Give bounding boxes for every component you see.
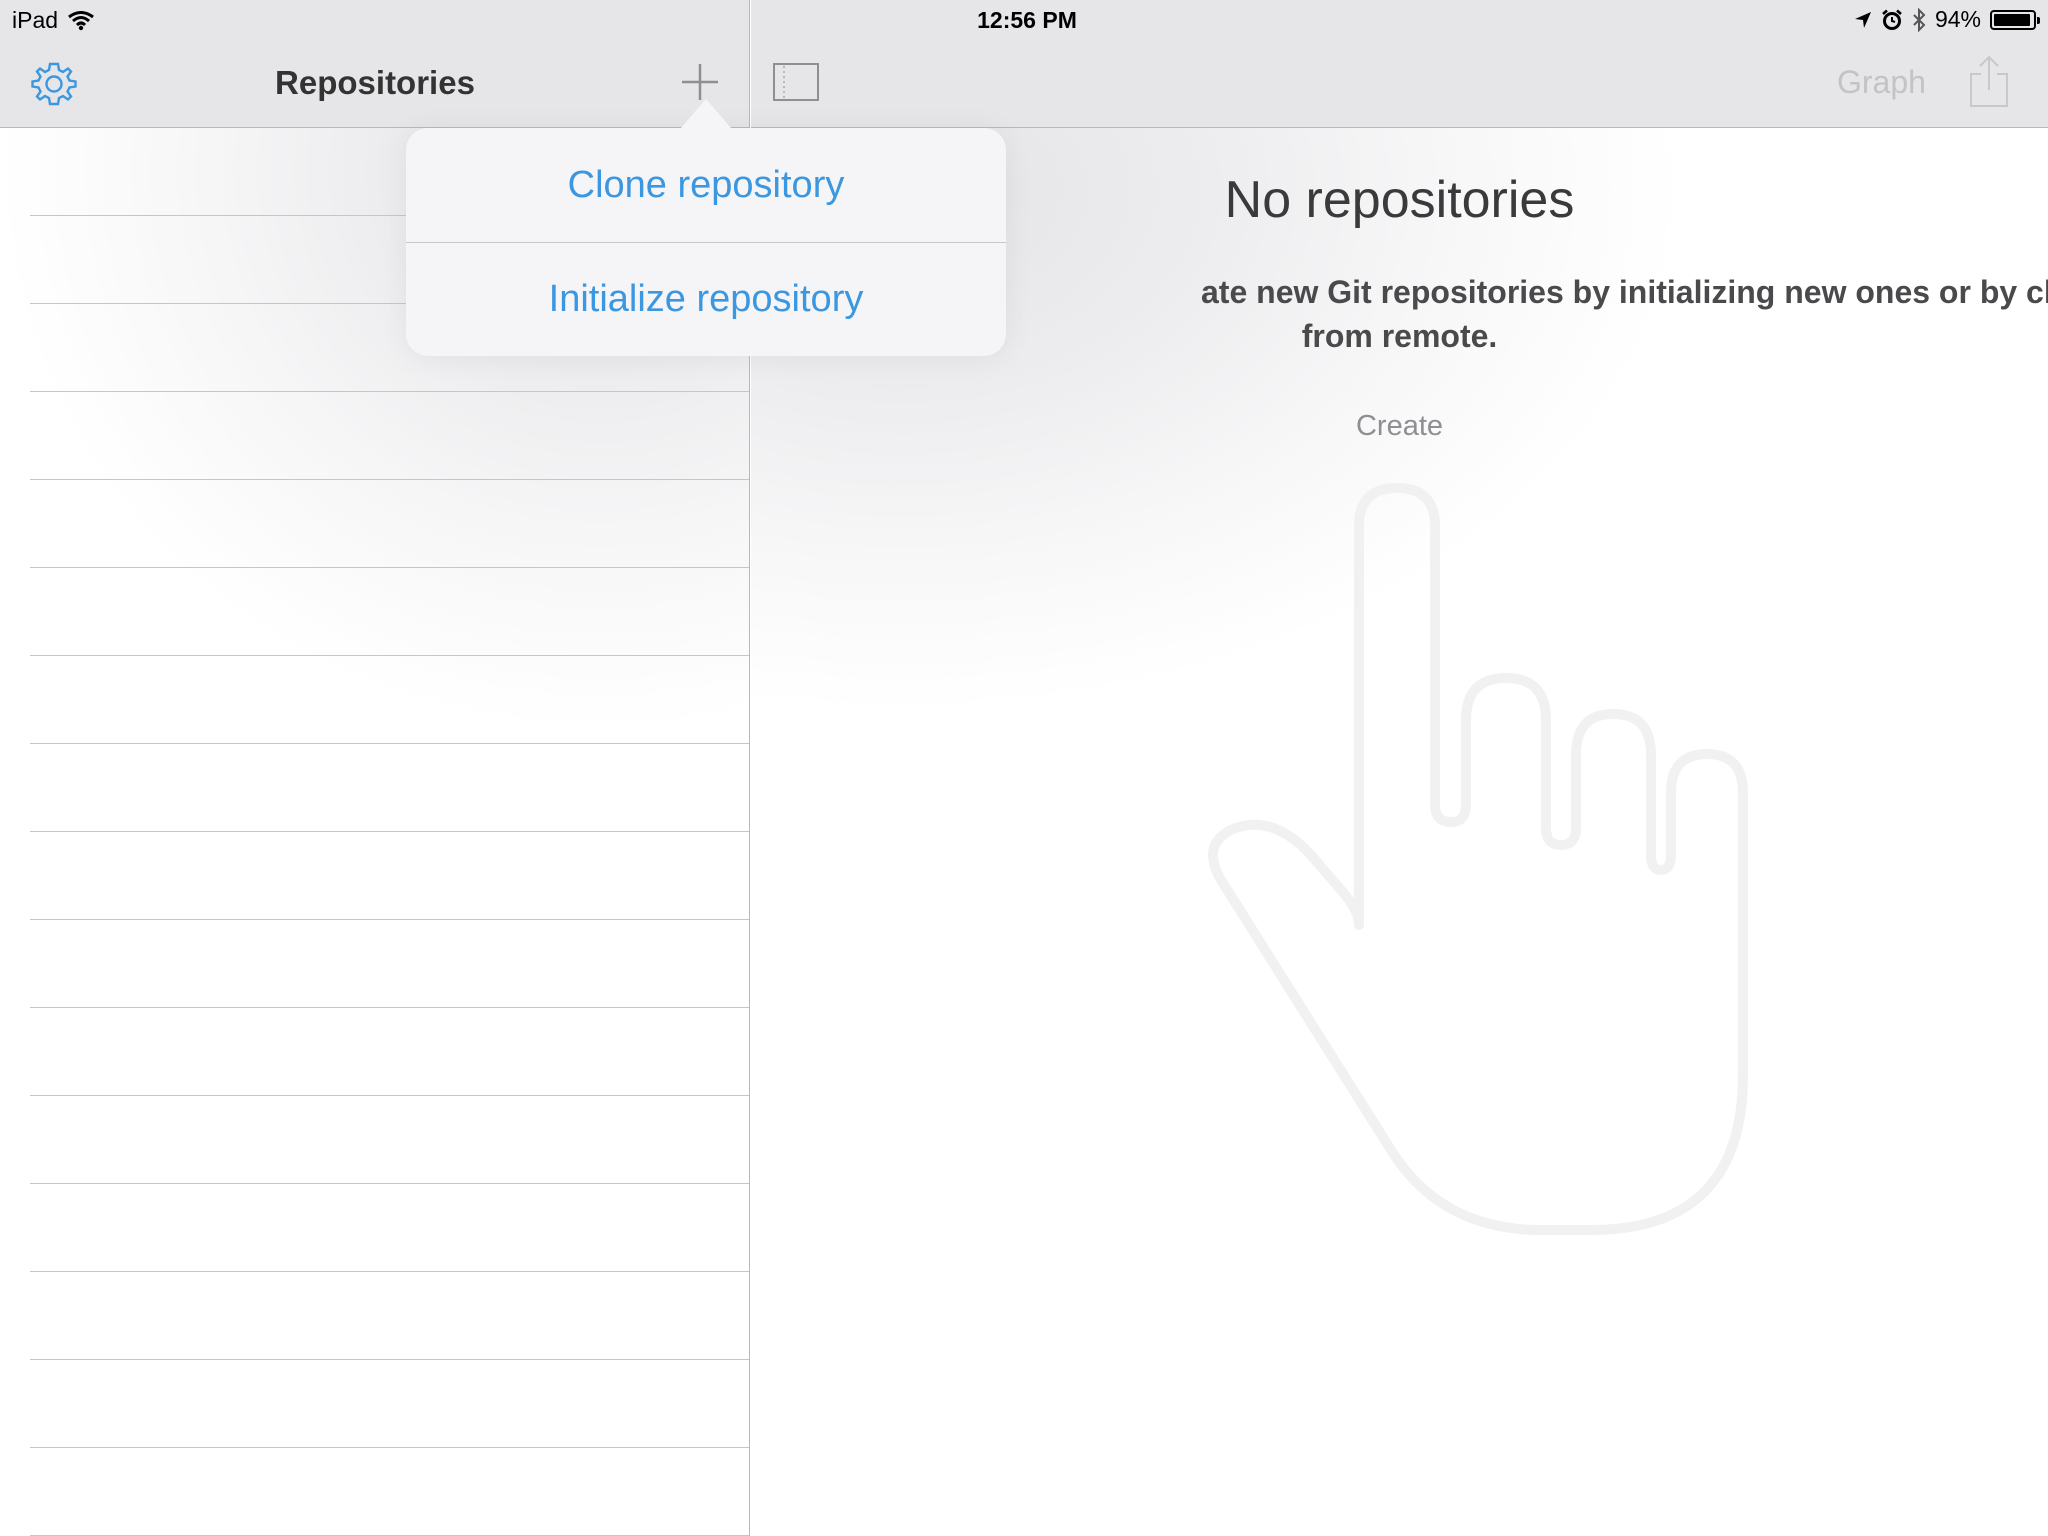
plus-icon[interactable] [680,62,720,102]
battery-icon [1990,9,2040,30]
list-row[interactable] [30,1448,749,1536]
list-row[interactable] [30,920,749,1008]
nav-title: Repositories [275,64,475,101]
graph-button[interactable]: Graph [1837,64,1926,101]
list-row[interactable] [30,1008,749,1096]
bluetooth-icon [1913,7,1926,32]
location-icon [1854,11,1871,28]
status-time: 12:56 PM [977,7,1077,33]
share-icon[interactable] [1967,54,2011,110]
list-row[interactable] [30,744,749,832]
sidebar-toggle-icon[interactable] [772,62,820,102]
list-row[interactable] [30,392,749,480]
list-row[interactable] [30,568,749,656]
list-row[interactable] [30,480,749,568]
list-row[interactable] [30,1096,749,1184]
list-row[interactable] [30,1272,749,1360]
hand-pointer-icon [1208,483,1748,1235]
battery-fill [1994,13,2030,26]
list-row[interactable] [30,656,749,744]
clone-repository-option[interactable]: Clone repository [406,128,1006,242]
add-repository-popover: Clone repository Initialize repository [406,128,1006,356]
status-right: 94% [1854,6,2040,33]
list-row[interactable] [30,1184,749,1272]
status-bar: iPad 12:56 PM 94% [0,0,2048,40]
create-button[interactable]: Create [751,410,2048,443]
list-row[interactable] [30,832,749,920]
list-row[interactable] [30,1360,749,1448]
popover-arrow [680,99,732,129]
battery-percent: 94% [1934,6,1981,32]
initialize-repository-option[interactable]: Initialize repository [406,242,1006,356]
alarm-icon [1882,9,1902,30]
